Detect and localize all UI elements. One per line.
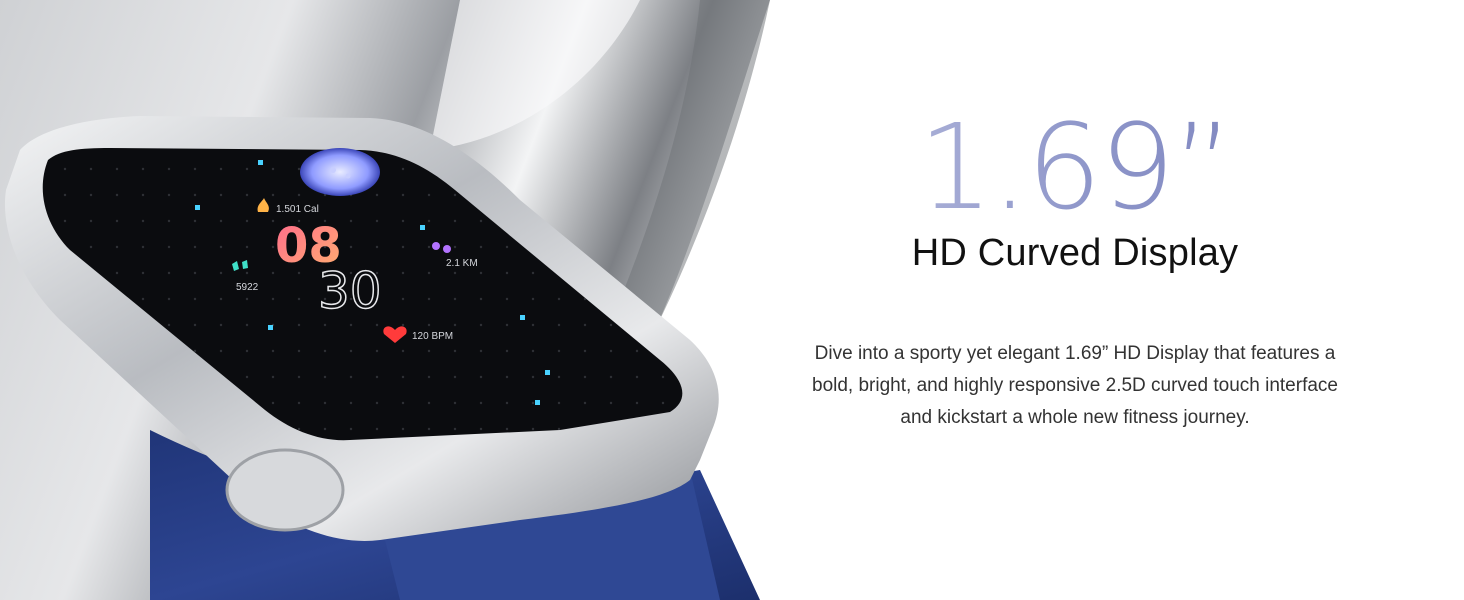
calorie-value: 1.501 Cal (276, 204, 319, 215)
display-size: 1.69” (840, 108, 1310, 226)
moon-icon (300, 148, 380, 196)
headline: 1.69” HD Curved Display (840, 108, 1310, 275)
star-icon (258, 160, 263, 165)
star-icon (545, 370, 550, 375)
heart-rate-value: 120 BPM (412, 331, 453, 342)
product-photo: 1.501 Cal 08 30 5922 2.1 KM 120 BPM (0, 0, 770, 600)
star-icon (420, 225, 425, 230)
feature-description: Dive into a sporty yet elegant 1.69” HD … (760, 338, 1390, 434)
description-line: Dive into a sporty yet elegant 1.69” HD … (814, 343, 1336, 364)
moon-crater (345, 173, 351, 179)
display-subtitle: HD Curved Display (911, 232, 1239, 274)
star-icon (520, 315, 525, 320)
description-line: bold, bright, and highly responsive 2.5D… (812, 375, 1338, 396)
steps-value: 5922 (236, 282, 259, 293)
star-icon (195, 205, 200, 210)
star-icon (268, 325, 273, 330)
star-icon (535, 400, 540, 405)
watch-crown (225, 448, 345, 532)
distance-icon (432, 242, 440, 250)
moon-crater (330, 167, 336, 173)
distance-value: 2.1 KM (446, 258, 478, 269)
distance-icon-dot (443, 245, 451, 253)
description-line: and kickstart a whole new fitness journe… (900, 407, 1250, 428)
minute-display: 30 (318, 262, 382, 320)
